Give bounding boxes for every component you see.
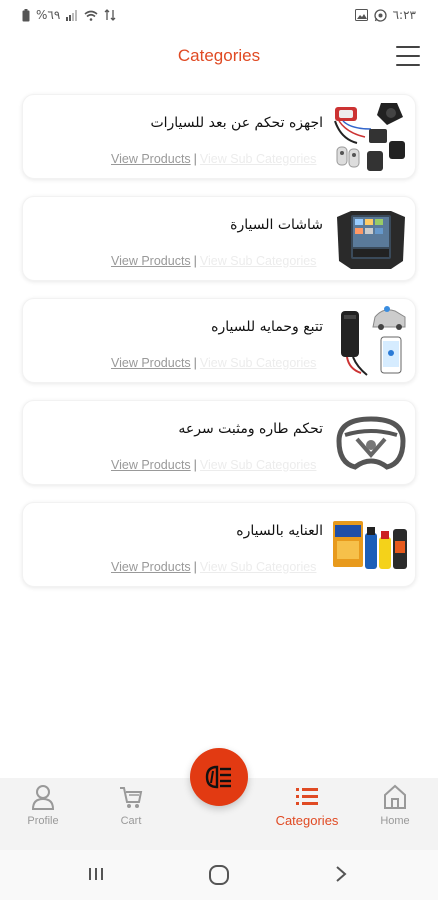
category-links: View Products | View Sub Categories bbox=[111, 356, 316, 370]
category-card[interactable]: تتبع وحمايه للسياره View Products | View S… bbox=[22, 298, 416, 383]
view-sub-categories-link[interactable]: View Sub Categories bbox=[200, 560, 317, 574]
steering-cruise-control-image bbox=[336, 416, 406, 470]
nav-cart[interactable]: Cart bbox=[96, 778, 166, 850]
home-button-icon[interactable] bbox=[208, 864, 230, 886]
view-products-link[interactable]: View Products bbox=[111, 458, 191, 472]
list-icon bbox=[296, 788, 318, 805]
nav-categories-label: Categories bbox=[275, 813, 339, 828]
link-separator: | bbox=[193, 152, 197, 166]
view-products-link[interactable]: View Products bbox=[111, 356, 191, 370]
cart-icon bbox=[120, 787, 143, 808]
nav-home-label: Home bbox=[380, 815, 410, 827]
menu-button[interactable] bbox=[396, 45, 420, 67]
status-left: %٦٩ bbox=[22, 8, 116, 22]
battery-icon bbox=[22, 8, 30, 21]
category-links: View Products | View Sub Categories bbox=[111, 560, 316, 574]
gps-tracker-image bbox=[341, 306, 406, 376]
category-card[interactable]: العنايه بالسياره View Products | View Sub … bbox=[22, 502, 416, 587]
category-links: View Products | View Sub Categories bbox=[111, 458, 316, 472]
category-card[interactable]: تحكم طاره ومثبت سرعه View Products | View … bbox=[22, 400, 416, 485]
status-bar: %٦٩ ٦:٢٣ bbox=[0, 0, 438, 30]
category-name: اجهزه تحكم عن بعد للسيارات bbox=[150, 115, 323, 131]
home-icon bbox=[384, 784, 406, 809]
category-name: العنايه بالسياره bbox=[236, 523, 323, 539]
view-sub-categories-link[interactable]: View Sub Categories bbox=[200, 152, 317, 166]
view-sub-categories-link[interactable]: View Sub Categories bbox=[200, 254, 317, 268]
view-products-link[interactable]: View Products bbox=[111, 560, 191, 574]
recent-apps-icon[interactable] bbox=[86, 864, 106, 884]
view-products-link[interactable]: View Products bbox=[111, 254, 191, 268]
page-title: Categories bbox=[177, 46, 261, 65]
hamburger-line bbox=[396, 64, 420, 66]
car-remote-alarm-image bbox=[334, 103, 405, 171]
category-card[interactable]: شاشات السيارة View Products | View Sub Cat… bbox=[22, 196, 416, 281]
signal-icon bbox=[66, 9, 78, 21]
car-care-products-image bbox=[333, 521, 407, 569]
system-nav-bar bbox=[0, 850, 438, 900]
category-links: View Products | View Sub Categories bbox=[111, 152, 316, 166]
wifi-icon bbox=[84, 10, 98, 21]
category-name: تتبع وحمايه للسياره bbox=[211, 319, 323, 335]
gallery-icon bbox=[354, 9, 368, 21]
nav-cart-label: Cart bbox=[120, 815, 142, 827]
fab-button[interactable] bbox=[190, 748, 248, 806]
nav-profile-label: Profile bbox=[27, 815, 59, 827]
link-separator: | bbox=[193, 254, 197, 268]
headlight-icon bbox=[205, 765, 231, 789]
link-separator: | bbox=[193, 356, 197, 370]
category-list: اجهزه تحكم عن بعد للسيارات View Products… bbox=[22, 94, 416, 604]
nav-home[interactable]: Home bbox=[360, 778, 430, 850]
person-icon bbox=[31, 785, 55, 810]
status-right: ٦:٢٣ bbox=[354, 8, 416, 22]
category-links: View Products | View Sub Categories bbox=[111, 254, 316, 268]
category-name: شاشات السيارة bbox=[230, 217, 323, 233]
category-name: تحكم طاره ومثبت سرعه bbox=[178, 421, 323, 437]
nav-profile[interactable]: Profile bbox=[8, 778, 78, 850]
link-separator: | bbox=[193, 458, 197, 472]
view-products-link[interactable]: View Products bbox=[111, 152, 191, 166]
data-transfer-icon bbox=[104, 9, 116, 21]
link-separator: | bbox=[193, 560, 197, 574]
back-icon[interactable] bbox=[332, 864, 350, 884]
whatsapp-icon bbox=[373, 8, 387, 22]
nav-categories[interactable]: Categories bbox=[272, 778, 342, 850]
category-card[interactable]: اجهزه تحكم عن بعد للسيارات View Products… bbox=[22, 94, 416, 179]
status-time: ٦:٢٣ bbox=[392, 8, 416, 22]
app-header: Categories bbox=[0, 36, 438, 78]
view-sub-categories-link[interactable]: View Sub Categories bbox=[200, 458, 317, 472]
hamburger-icon bbox=[396, 46, 420, 48]
hamburger-line bbox=[396, 55, 420, 57]
car-screen-image bbox=[337, 211, 405, 269]
view-sub-categories-link[interactable]: View Sub Categories bbox=[200, 356, 317, 370]
battery-percent: %٦٩ bbox=[36, 8, 61, 22]
